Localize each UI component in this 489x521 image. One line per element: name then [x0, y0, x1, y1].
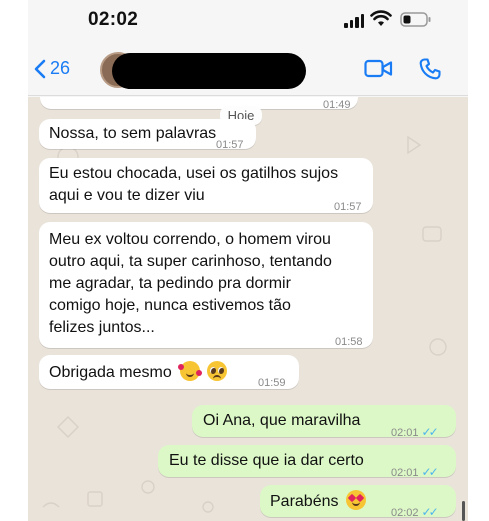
outgoing-message[interactable]: Eu te disse que ia dar certo 02:01 ✓✓	[158, 445, 456, 479]
message-line: outro aqui, ta super carinhoso, tentando	[49, 253, 332, 270]
message-bubble-partial[interactable]: 01:49	[40, 97, 358, 111]
message-time: 01:49	[323, 99, 351, 111]
message-time: 01:58	[335, 336, 363, 348]
video-call-button[interactable]	[364, 58, 394, 80]
incoming-message[interactable]: Meu ex voltou correndo, o homem virou ou…	[39, 222, 373, 348]
message-text: Meu ex voltou correndo, o homem virou ou…	[49, 229, 332, 339]
chevron-left-icon	[34, 59, 46, 78]
incoming-message[interactable]: Eu estou chocada, usei os gatilhos sujos…	[39, 158, 373, 213]
back-button[interactable]: 26	[34, 58, 70, 79]
message-meta: 02:01 ✓✓	[391, 421, 439, 444]
wifi-icon	[370, 10, 392, 26]
message-line: Eu estou chocada, usei os gatilhos sujos	[49, 165, 339, 182]
message-line: felizes juntos...	[49, 319, 155, 336]
voice-call-button[interactable]	[418, 57, 442, 81]
contact-name-redacted[interactable]	[112, 53, 306, 89]
status-bar: 02:02	[28, 0, 468, 44]
message-text: Obrigada mesmo	[49, 361, 227, 384]
cellular-signal-icon	[344, 14, 364, 28]
message-line: Meu ex voltou correndo, o homem virou	[49, 231, 331, 248]
message-text: Parabéns	[270, 490, 366, 513]
message-line: aqui e vou te dizer viu	[49, 187, 205, 204]
unread-count: 26	[50, 58, 71, 78]
message-text-body: Parabéns	[270, 493, 339, 510]
read-ticks-icon: ✓✓	[421, 465, 439, 479]
scrollbar[interactable]	[462, 501, 465, 521]
message-time: 01:57	[334, 201, 362, 213]
incoming-message[interactable]: Nossa, to sem palavras 01:57	[39, 119, 256, 151]
status-time: 02:02	[88, 9, 139, 30]
outgoing-message[interactable]: Parabéns 02:02 ✓✓	[260, 485, 456, 519]
message-list[interactable]: 01:49 Hoje Nossa, to sem palavras 01:57 …	[28, 97, 468, 521]
message-line: comigo hoje, nunca estivemos tão	[49, 297, 291, 314]
message-time: 02:02	[391, 507, 419, 519]
message-time: 02:01	[391, 467, 419, 479]
read-ticks-icon: ✓✓	[421, 425, 439, 439]
heart-eyes-icon	[345, 490, 366, 510]
message-text: Eu te disse que ia dar certo	[169, 452, 364, 469]
message-text: Eu estou chocada, usei os gatilhos sujos…	[49, 163, 338, 207]
smiling-face-with-hearts-icon	[178, 361, 203, 381]
message-text-body: Obrigada mesmo	[49, 364, 172, 381]
message-text: Oi Ana, que maravilha	[203, 412, 361, 429]
outgoing-message[interactable]: Oi Ana, que maravilha 02:01 ✓✓	[192, 405, 456, 439]
message-meta: 02:02 ✓✓	[391, 501, 439, 521]
incoming-message[interactable]: Obrigada mesmo 01:59	[39, 355, 299, 389]
message-text: Nossa, to sem palavras	[49, 125, 217, 142]
battery-icon	[400, 12, 431, 27]
message-line: me agradar, ta pedindo pra dormir	[49, 275, 291, 292]
chat-header: 26	[28, 44, 468, 96]
phone-screen: 02:02 26 01:49 Hoje Nossa, to sem palavr…	[28, 0, 468, 521]
pleading-face-icon	[206, 361, 227, 381]
read-ticks-icon: ✓✓	[421, 505, 439, 519]
message-time: 02:01	[391, 427, 419, 439]
message-time: 01:59	[258, 377, 286, 389]
message-time: 01:57	[216, 139, 244, 151]
message-meta: 02:01 ✓✓	[391, 461, 439, 484]
